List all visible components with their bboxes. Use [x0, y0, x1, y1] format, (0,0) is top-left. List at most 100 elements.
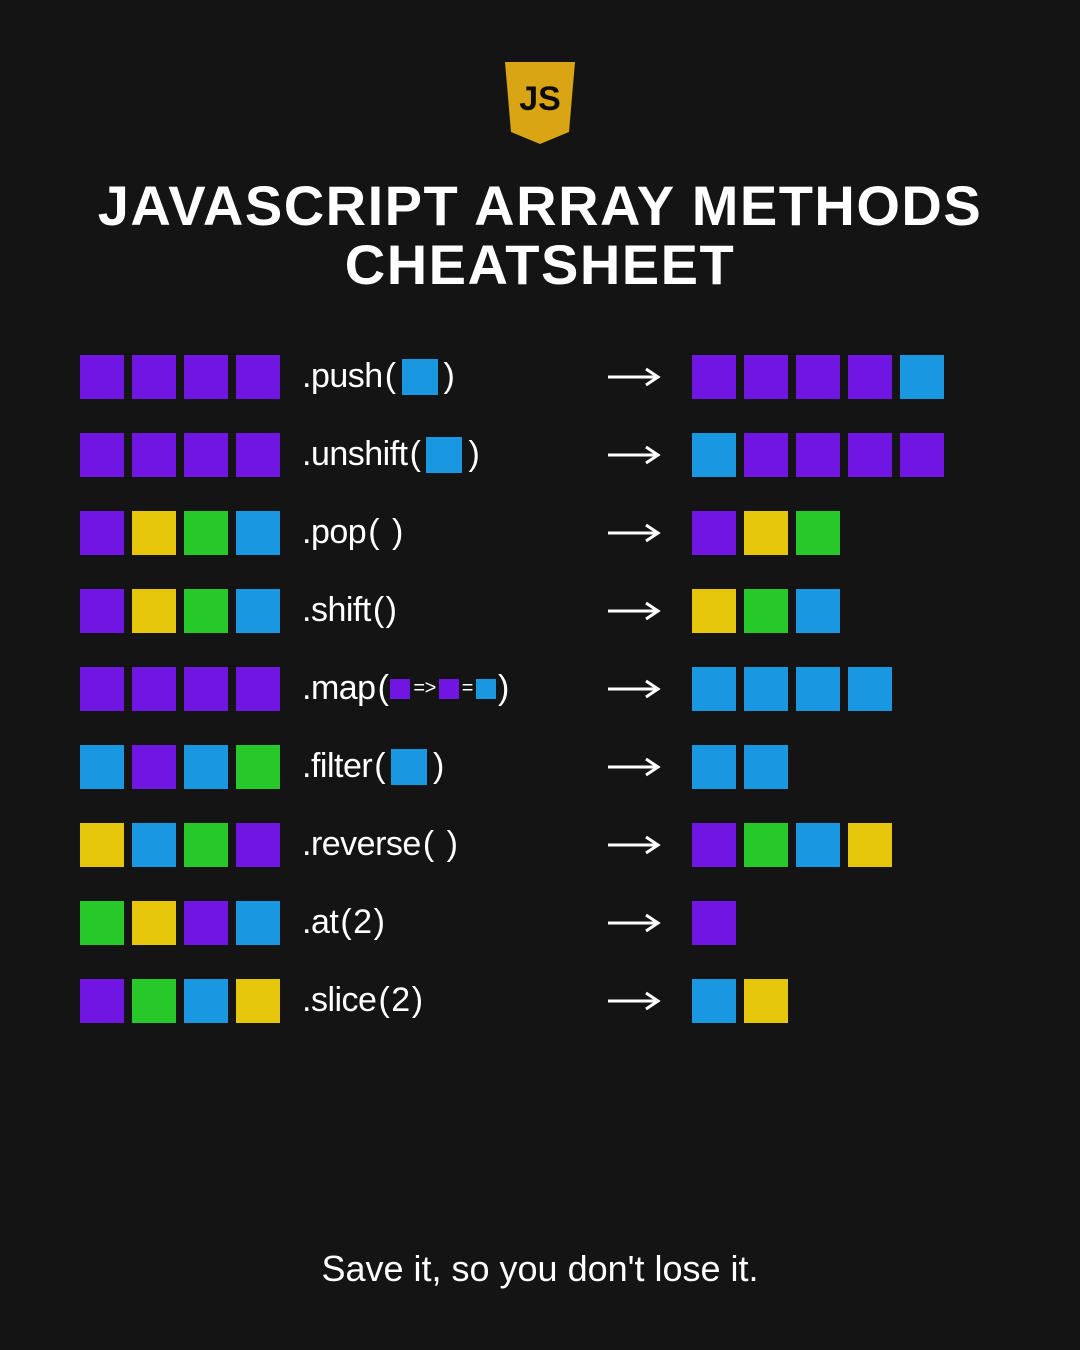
output-array	[692, 823, 1000, 867]
output-array	[692, 433, 1000, 477]
empty-arg	[381, 513, 390, 552]
color-box	[796, 589, 840, 633]
color-box	[236, 901, 280, 945]
color-box	[692, 355, 736, 399]
method-label: .filter()	[302, 747, 582, 786]
input-array	[80, 901, 282, 945]
method-name: .slice	[302, 981, 376, 1020]
paren-open: (	[423, 825, 434, 864]
color-box	[744, 511, 788, 555]
paren-close: )	[468, 435, 479, 474]
paren-close: )	[386, 591, 397, 630]
color-box	[848, 433, 892, 477]
method-arg-text: 2	[353, 903, 371, 942]
color-box	[236, 433, 280, 477]
input-array	[80, 511, 282, 555]
color-box	[744, 589, 788, 633]
color-box	[692, 745, 736, 789]
color-box	[236, 355, 280, 399]
color-box	[184, 901, 228, 945]
paren-open: (	[385, 357, 396, 396]
method-label: .shift()	[302, 591, 582, 630]
method-row: .at(2)	[80, 901, 1000, 945]
color-box	[132, 667, 176, 711]
paren-close: )	[447, 825, 458, 864]
title-line-1: JAVASCRIPT ARRAY METHODS	[98, 174, 982, 237]
color-box	[184, 979, 228, 1023]
output-array	[692, 355, 1000, 399]
page: JS JAVASCRIPT ARRAY METHODS CHEATSHEET .…	[0, 0, 1080, 1350]
method-name: .filter	[302, 747, 372, 786]
color-box	[236, 589, 280, 633]
color-box	[692, 589, 736, 633]
paren-close: )	[392, 513, 403, 552]
page-title: JAVASCRIPT ARRAY METHODS CHEATSHEET	[98, 177, 982, 295]
output-array	[692, 589, 1000, 633]
method-label: .map(=>=)	[302, 669, 582, 708]
color-box	[744, 433, 788, 477]
arrow-icon	[602, 523, 672, 543]
arrow-icon	[602, 835, 672, 855]
color-box	[692, 823, 736, 867]
color-box	[184, 433, 228, 477]
color-box	[744, 823, 788, 867]
color-box	[236, 823, 280, 867]
method-label: .reverse( )	[302, 825, 582, 864]
color-box	[744, 745, 788, 789]
input-array	[80, 667, 282, 711]
paren-close: )	[498, 669, 509, 708]
arrow-icon	[602, 679, 672, 699]
map-to-box	[476, 679, 496, 699]
color-box	[692, 901, 736, 945]
paren-open: (	[373, 591, 384, 630]
color-box	[848, 355, 892, 399]
map-arrow-icon: =>	[413, 677, 435, 700]
color-box	[426, 437, 462, 473]
color-box	[80, 901, 124, 945]
arrow-icon	[602, 991, 672, 1011]
paren-open: (	[340, 903, 351, 942]
paren-open: (	[410, 435, 421, 474]
color-box	[132, 511, 176, 555]
method-name: .shift	[302, 591, 371, 630]
color-box	[796, 823, 840, 867]
footer-text: Save it, so you don't lose it.	[321, 1248, 758, 1300]
color-box	[132, 823, 176, 867]
color-box	[184, 355, 228, 399]
color-box	[132, 355, 176, 399]
color-box	[796, 667, 840, 711]
color-box	[692, 511, 736, 555]
method-row: .map(=>=)	[80, 667, 1000, 711]
method-rows: .push().unshift().pop( ).shift().map(=>=…	[80, 355, 1000, 1023]
color-box	[132, 745, 176, 789]
color-box	[80, 823, 124, 867]
method-row: .shift()	[80, 589, 1000, 633]
color-box	[236, 979, 280, 1023]
color-box	[132, 979, 176, 1023]
paren-close: )	[444, 357, 455, 396]
method-arg-text: 2	[391, 981, 409, 1020]
color-box	[744, 355, 788, 399]
input-array	[80, 589, 282, 633]
color-box	[236, 511, 280, 555]
arrow-icon	[602, 601, 672, 621]
color-box	[744, 667, 788, 711]
color-box	[796, 511, 840, 555]
color-box	[132, 433, 176, 477]
method-row: .pop( )	[80, 511, 1000, 555]
color-box	[80, 979, 124, 1023]
color-box	[80, 745, 124, 789]
paren-close: )	[433, 747, 444, 786]
color-box	[744, 979, 788, 1023]
paren-open: (	[368, 513, 379, 552]
color-box	[796, 355, 840, 399]
color-box	[132, 901, 176, 945]
color-box	[132, 589, 176, 633]
method-name: .reverse	[302, 825, 421, 864]
map-equals: =	[462, 677, 473, 700]
arrow-icon	[602, 913, 672, 933]
color-box	[900, 433, 944, 477]
color-box	[848, 823, 892, 867]
method-name: .push	[302, 357, 383, 396]
method-name: .unshift	[302, 435, 408, 474]
